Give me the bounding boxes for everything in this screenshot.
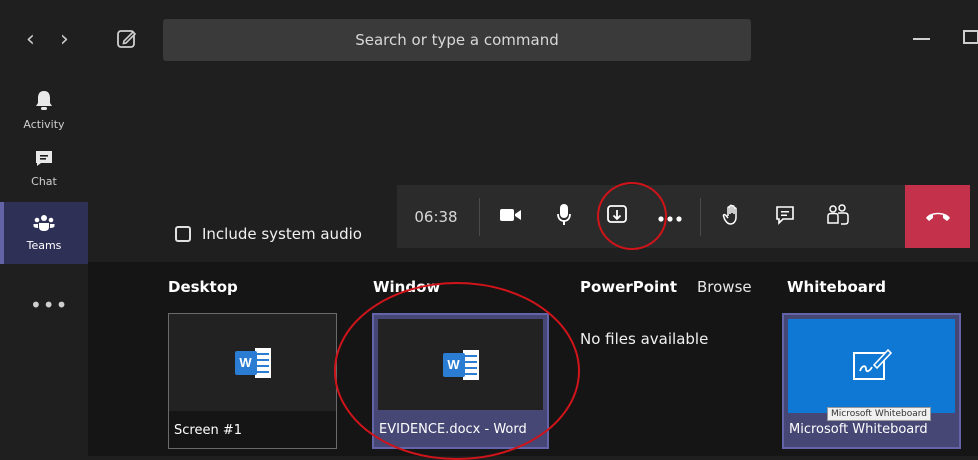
chat-icon — [34, 148, 54, 172]
rail-item-label: Chat — [31, 175, 57, 188]
window-preview: W — [378, 319, 543, 410]
search-input[interactable]: Search or type a command — [163, 19, 751, 61]
whiteboard-tile[interactable]: Microsoft Whiteboard — [782, 313, 961, 449]
share-screen-button[interactable] — [590, 185, 643, 248]
camera-icon — [499, 207, 523, 227]
window-tile-caption: EVIDENCE.docx - Word — [379, 422, 527, 437]
microphone-button[interactable] — [537, 185, 590, 248]
maximize-window-icon[interactable] — [963, 30, 978, 44]
whiteboard-preview — [788, 319, 955, 413]
divider — [479, 197, 480, 236]
rail-item-activity[interactable]: Activity — [0, 80, 88, 140]
chat-icon — [775, 205, 795, 229]
more-icon — [657, 207, 682, 226]
powerpoint-heading: PowerPoint — [580, 278, 678, 296]
desktop-heading: Desktop — [168, 278, 238, 296]
back-arrow-icon[interactable]: ‹ — [26, 26, 35, 54]
show-conversation-button[interactable] — [758, 185, 811, 248]
more-actions-button[interactable] — [643, 185, 696, 248]
word-icon: W — [234, 347, 271, 378]
call-timer: 06:38 — [414, 207, 458, 226]
desktop-tile-caption: Screen #1 — [174, 423, 242, 438]
include-system-audio-option[interactable]: Include system audio — [175, 225, 362, 243]
new-chat-compose-icon[interactable] — [116, 28, 142, 54]
window-tile-word[interactable]: W EVIDENCE.docx - Word — [372, 313, 549, 449]
camera-button[interactable] — [484, 185, 537, 248]
hang-up-icon — [925, 207, 951, 226]
search-placeholder: Search or type a command — [355, 31, 559, 49]
rail-item-teams[interactable]: Teams — [0, 202, 88, 264]
bell-icon — [34, 89, 54, 115]
participants-icon — [826, 203, 849, 230]
rail-item-label: Teams — [26, 239, 62, 252]
app-rail: Activity Chat Teams ••• — [0, 80, 88, 456]
rail-item-chat[interactable]: Chat — [0, 138, 88, 198]
whiteboard-heading: Whiteboard — [787, 278, 887, 296]
whiteboard-tile-caption: Microsoft Whiteboard — [789, 422, 928, 437]
minimize-window-icon[interactable] — [913, 38, 930, 40]
word-icon: W — [442, 349, 479, 380]
participants-button[interactable] — [811, 185, 864, 248]
word-icon-letter: W — [442, 352, 465, 377]
more-apps-icon[interactable]: ••• — [30, 293, 68, 317]
desktop-screen-tile[interactable]: W Screen #1 — [168, 313, 337, 449]
raise-hand-icon — [722, 204, 742, 230]
share-screen-icon — [606, 204, 628, 230]
microphone-icon — [556, 203, 572, 231]
teams-icon — [33, 214, 55, 236]
forward-arrow-icon[interactable]: › — [60, 26, 69, 54]
rail-item-label: Activity — [23, 118, 65, 131]
desktop-preview: W — [169, 314, 336, 411]
whiteboard-tooltip: Microsoft Whiteboard — [827, 407, 931, 421]
powerpoint-empty-message: No files available — [580, 330, 709, 348]
include-audio-checkbox[interactable] — [175, 226, 191, 242]
hang-up-button[interactable] — [905, 185, 970, 248]
title-bar: ‹ › Search or type a command — [0, 0, 978, 80]
window-heading: Window — [373, 278, 441, 296]
call-controls-bar: 06:38 — [397, 185, 970, 248]
word-icon-letter: W — [234, 350, 257, 375]
whiteboard-icon — [852, 347, 892, 385]
browse-link[interactable]: Browse — [697, 278, 752, 296]
include-audio-label: Include system audio — [202, 225, 362, 243]
divider — [700, 197, 701, 236]
raise-hand-button[interactable] — [705, 185, 758, 248]
